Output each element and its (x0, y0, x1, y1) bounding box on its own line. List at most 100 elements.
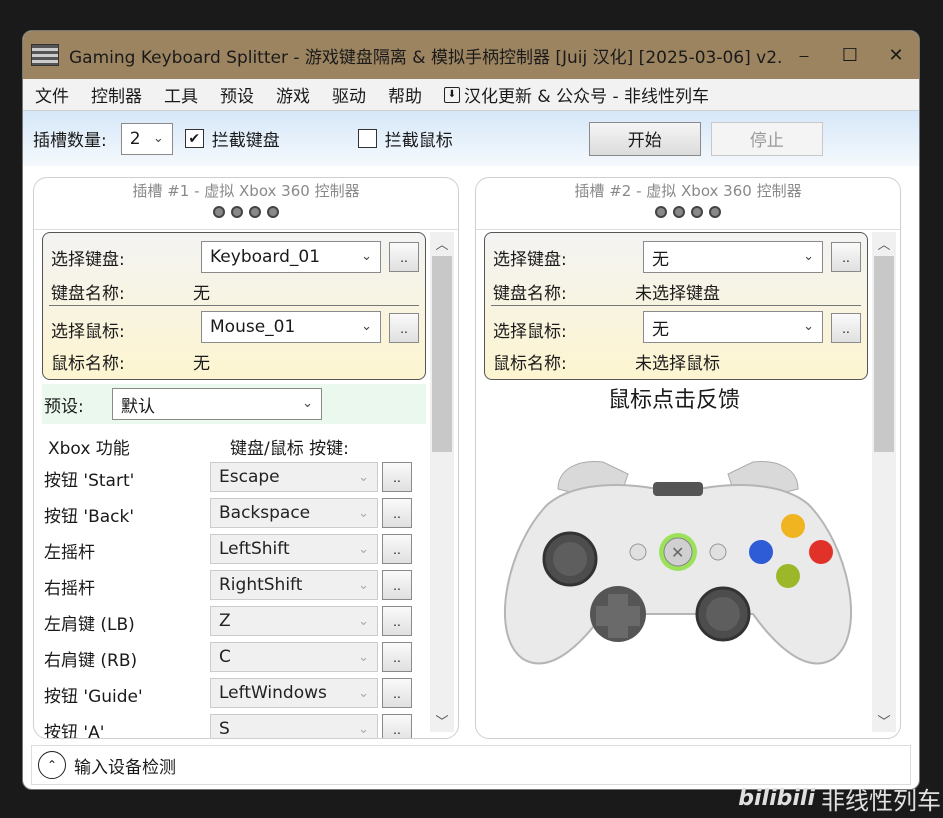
minimize-button[interactable]: ⎯ (781, 45, 827, 66)
mapping-row: 按钮 'Guide' LeftWindows ⌄.. (44, 678, 424, 710)
menu-localization-update[interactable]: ⬇ 汉化更新 & 公众号 - 非线性列车 (444, 82, 709, 107)
divider (491, 305, 861, 306)
mapping-key-select[interactable]: RightShift ⌄ (210, 570, 378, 600)
slot-count-label: 插槽数量: (33, 131, 107, 151)
scroll-up-icon[interactable]: ︿ (430, 234, 454, 253)
mapping-browse-button[interactable]: .. (382, 462, 412, 492)
mouse-select[interactable]: 无 ⌄ (643, 311, 823, 343)
block-keyboard-checkbox[interactable]: ✔ (184, 129, 204, 148)
mapping-key-select[interactable]: LeftWindows ⌄ (210, 678, 378, 708)
keyboard-name-label: 键盘名称: (51, 284, 125, 304)
menu-controller[interactable]: 控制器 (91, 82, 142, 107)
keyboard-select[interactable]: Keyboard_01 ⌄ (201, 241, 381, 273)
scroll-thumb[interactable] (432, 256, 452, 452)
slot-count-select[interactable]: 2 ⌄ (120, 122, 173, 155)
mapping-function-label: 按钮 'A' (44, 723, 105, 738)
mapping-row: 按钮 'Start' Escape ⌄.. (44, 462, 424, 494)
pager-dot[interactable] (249, 206, 261, 218)
slot-1-title: 插槽 #1 - 虚拟 Xbox 360 控制器 (132, 182, 360, 200)
collapse-toggle-icon[interactable]: ⌃ (38, 751, 66, 779)
menu-drivers[interactable]: 驱动 (332, 82, 366, 107)
preset-select[interactable]: 默认 ⌄ (112, 388, 322, 420)
mapping-browse-button[interactable]: .. (382, 606, 412, 636)
button-y (781, 514, 805, 538)
slot-2-scrollbar[interactable]: ︿ ﹀ (872, 232, 896, 732)
keyboard-name-value: 未选择键盘 (635, 284, 720, 304)
watermark-text: 非线性列车 (821, 787, 941, 815)
scroll-up-icon[interactable]: ︿ (872, 234, 896, 253)
scroll-down-icon[interactable]: ﹀ (872, 711, 896, 730)
start-button[interactable]: 开始 (588, 121, 701, 156)
block-mouse-option[interactable]: 拦截鼠标 (357, 126, 453, 151)
stop-button[interactable]: 停止 (710, 121, 823, 156)
select-keyboard-label: 选择键盘: (51, 250, 125, 270)
block-keyboard-option[interactable]: ✔ 拦截键盘 (184, 126, 280, 151)
button-x (749, 540, 773, 564)
download-icon: ⬇ (444, 86, 460, 103)
mapping-key-value: RightShift (219, 575, 303, 595)
mapping-browse-button[interactable]: .. (382, 498, 412, 528)
slot-1-header: 插槽 #1 - 虚拟 Xbox 360 控制器 (34, 178, 458, 230)
mouse-browse-button[interactable]: .. (831, 313, 861, 343)
mapping-function-label: 左肩键 (LB) (44, 615, 135, 635)
menu-localization-label: 汉化更新 & 公众号 - 非线性列车 (464, 87, 710, 107)
mouse-select[interactable]: Mouse_01 ⌄ (201, 311, 381, 343)
scroll-thumb[interactable] (874, 256, 894, 452)
scroll-down-icon[interactable]: ﹀ (430, 711, 454, 730)
mapping-function-label: 按钮 'Start' (44, 471, 135, 491)
window-title: Gaming Keyboard Splitter - 游戏键盘隔离 & 模拟手柄… (69, 47, 781, 68)
mapping-key-select[interactable]: Backspace ⌄ (210, 498, 378, 528)
menu-tools[interactable]: 工具 (164, 82, 198, 107)
pager-dot[interactable] (691, 206, 703, 218)
slot-1-pager[interactable] (34, 206, 458, 218)
mapping-browse-button[interactable]: .. (382, 678, 412, 708)
bilibili-logo: bilibili (738, 786, 815, 811)
slot-1-scrollbar[interactable]: ︿ ﹀ (430, 232, 454, 732)
pager-dot[interactable] (231, 206, 243, 218)
pager-dot[interactable] (213, 206, 225, 218)
mapping-key-select[interactable]: S ⌄ (210, 714, 378, 738)
pager-dot[interactable] (673, 206, 685, 218)
keyboard-browse-button[interactable]: .. (831, 242, 861, 272)
title-bar[interactable]: Gaming Keyboard Splitter - 游戏键盘隔离 & 模拟手柄… (23, 31, 919, 79)
mouse-select-value: Mouse_01 (210, 317, 296, 337)
pager-dot[interactable] (709, 206, 721, 218)
menu-help[interactable]: 帮助 (388, 82, 422, 107)
pager-dot[interactable] (655, 206, 667, 218)
mapping-row: 按钮 'A' S ⌄.. (44, 714, 424, 738)
maximize-button[interactable]: ☐ (827, 45, 873, 66)
mapping-browse-button[interactable]: .. (382, 534, 412, 564)
keyboard-select-value: 无 (652, 249, 669, 270)
select-mouse-label: 选择鼠标: (51, 322, 125, 342)
block-mouse-checkbox[interactable] (357, 129, 377, 148)
keyboard-select[interactable]: 无 ⌄ (643, 241, 823, 273)
mapping-row: 右肩键 (RB) C ⌄.. (44, 642, 424, 674)
column-key-binding: 键盘/鼠标 按键: (230, 439, 349, 459)
watermark: bilibili 非线性列车 (738, 781, 941, 816)
menu-presets[interactable]: 预设 (220, 82, 254, 107)
controller-port (653, 482, 703, 496)
chevron-down-icon: ⌄ (803, 319, 814, 334)
toolbar: 插槽数量: 2 ⌄ ✔ 拦截键盘 拦截鼠标 开始 停止 (23, 111, 919, 166)
keyboard-name-value: 无 (193, 284, 210, 304)
mapping-key-select[interactable]: LeftShift ⌄ (210, 534, 378, 564)
close-button[interactable]: ✕ (873, 45, 919, 66)
mapping-browse-button[interactable]: .. (382, 570, 412, 600)
menu-games[interactable]: 游戏 (276, 82, 310, 107)
mapping-key-select[interactable]: Z ⌄ (210, 606, 378, 636)
mapping-function-label: 按钮 'Back' (44, 507, 135, 527)
mapping-browse-button[interactable]: .. (382, 642, 412, 672)
keyboard-app-icon (31, 44, 59, 66)
mapping-key-select[interactable]: Escape ⌄ (210, 462, 378, 492)
mapping-browse-button[interactable]: .. (382, 714, 412, 738)
slot-2-pager[interactable] (476, 206, 900, 218)
mapping-key-select[interactable]: C ⌄ (210, 642, 378, 672)
mouse-name-value: 未选择鼠标 (635, 354, 720, 374)
mouse-browse-button[interactable]: .. (389, 313, 419, 343)
mapping-function-label: 右肩键 (RB) (44, 651, 138, 671)
keyboard-browse-button[interactable]: .. (389, 242, 419, 272)
block-keyboard-label: 拦截键盘 (211, 131, 280, 151)
mouse-name-label: 鼠标名称: (493, 354, 567, 374)
menu-file[interactable]: 文件 (35, 82, 69, 107)
pager-dot[interactable] (267, 206, 279, 218)
